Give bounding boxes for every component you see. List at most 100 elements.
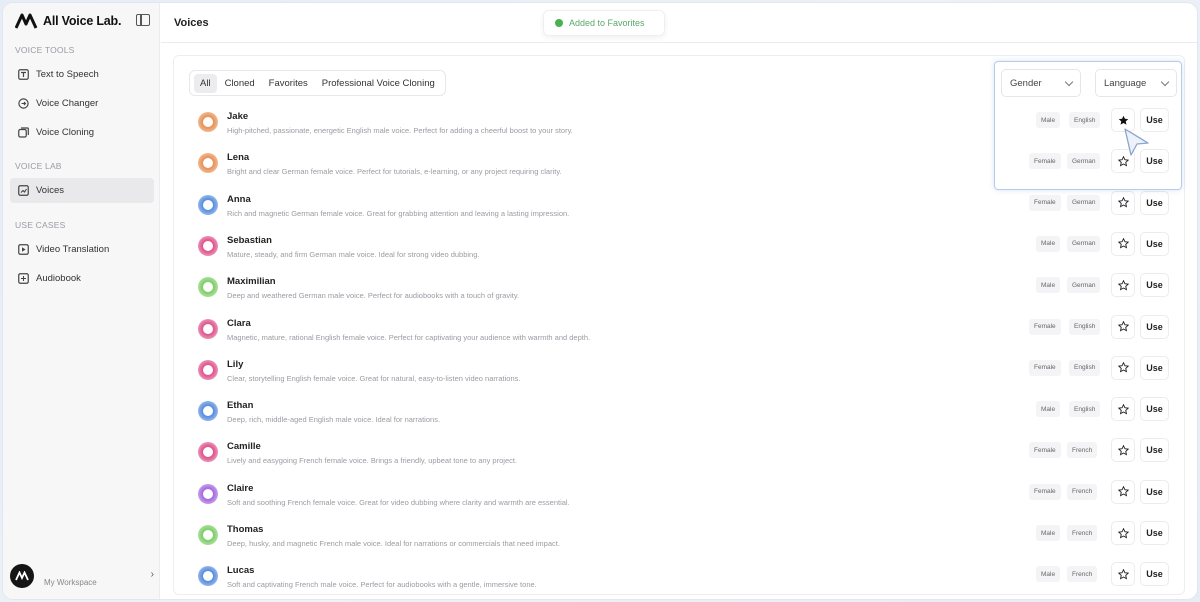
voice-name: Lucas	[227, 565, 255, 577]
gender-tag: Male	[1036, 112, 1061, 128]
list-item[interactable]: Lily Clear, storytelling English female v…	[174, 355, 1184, 397]
favorite-star-icon[interactable]	[1111, 479, 1135, 504]
success-icon	[555, 19, 563, 27]
sidebar-item-audiobook[interactable]: Audiobook	[10, 266, 154, 291]
voice-avatar	[198, 153, 218, 174]
gender-tag: Male	[1036, 401, 1061, 418]
brand[interactable]: All Voice Lab.	[15, 11, 121, 31]
sidebar-item-label: Audiobook	[36, 273, 81, 284]
gender-tag: Male	[1036, 277, 1061, 294]
favorite-star-icon[interactable]	[1111, 314, 1135, 339]
gender-tag: Male	[1036, 566, 1061, 583]
sidebar-item-voice-changer[interactable]: Voice Changer	[10, 91, 154, 116]
voice-name: Lena	[227, 152, 250, 164]
gender-tag: Female	[1029, 359, 1061, 376]
voice-description: Clear, storytelling English female voice…	[227, 373, 521, 383]
use-button[interactable]: Use	[1140, 355, 1169, 380]
workspace-switcher[interactable]: My Workspace ›	[10, 564, 156, 588]
list-item[interactable]: Thomas Deep, husky, and magnetic French m…	[174, 521, 1184, 562]
sidebar-item-voices[interactable]: Voices	[10, 178, 154, 203]
list-item[interactable]: Sebastian Mature, steady, and firm German…	[174, 231, 1184, 273]
page-title: Voices	[174, 17, 209, 29]
sidebar-item-video-translation[interactable]: Video Translation	[10, 237, 154, 262]
gender-tag: Male	[1036, 525, 1061, 541]
voice-description: Deep, rich, middle-aged English male voi…	[227, 415, 441, 425]
language-tag: English	[1069, 318, 1101, 335]
voice-name: Ethan	[227, 400, 254, 412]
use-button[interactable]: Use	[1140, 190, 1169, 215]
voice-name: Camille	[227, 441, 261, 453]
voice-avatar	[198, 194, 218, 215]
language-tag: French	[1067, 483, 1098, 500]
language-tag: English	[1069, 401, 1101, 418]
list-item[interactable]: Lucas Soft and captivating French male vo…	[174, 562, 1184, 599]
use-button[interactable]: Use	[1140, 314, 1169, 339]
logo-icon	[15, 13, 38, 29]
avatar	[10, 564, 34, 588]
voice-name: Lily	[227, 358, 244, 370]
voice-description: Magnetic, mature, rational English femal…	[227, 332, 591, 342]
list-item[interactable]: Claire Soft and soothing French female vo…	[174, 479, 1184, 521]
tab-favorites[interactable]: Favorites	[263, 74, 314, 93]
section-label-use-cases: USE CASES	[15, 220, 66, 230]
use-button[interactable]: Use	[1140, 479, 1169, 504]
language-select-value: Language	[1104, 77, 1147, 89]
favorite-star-icon[interactable]	[1111, 438, 1135, 463]
tab-cloned[interactable]: Cloned	[219, 74, 261, 93]
voice-description: High-pitched, passionate, energetic Engl…	[227, 126, 573, 135]
voice-avatar	[198, 525, 218, 545]
voice-description: Deep and weathered German male voice. Pe…	[227, 291, 520, 301]
voice-avatar	[198, 359, 218, 380]
tab-professional-voice-cloning[interactable]: Professional Voice Cloning	[316, 74, 441, 93]
chevron-right-icon[interactable]: ›	[151, 569, 154, 580]
voice-name: Sebastian	[227, 234, 272, 246]
voice-name: Clara	[227, 317, 251, 329]
chevron-down-icon	[1160, 77, 1170, 87]
list-item[interactable]: Clara Magnetic, mature, rational English …	[174, 314, 1184, 356]
language-tag: French	[1067, 525, 1098, 541]
use-button[interactable]: Use	[1140, 521, 1169, 545]
list-item[interactable]: Camille Lively and easygoing French femal…	[174, 438, 1184, 479]
use-button[interactable]: Use	[1140, 397, 1169, 422]
tab-all[interactable]: All	[194, 73, 217, 93]
use-button[interactable]: Use	[1140, 562, 1169, 587]
language-select[interactable]: Language	[1095, 69, 1177, 97]
use-button[interactable]: Use	[1140, 438, 1169, 463]
sidebar-item-label: Voice Cloning	[36, 127, 95, 138]
language-tag: French	[1067, 566, 1098, 583]
gender-select[interactable]: Gender	[1001, 69, 1081, 97]
section-label-voice-tools: VOICE TOOLS	[15, 45, 75, 55]
gender-tag: Female	[1029, 483, 1061, 500]
gender-tag: Female	[1029, 153, 1061, 170]
voice-name: Jake	[227, 111, 249, 122]
gender-tag: Female	[1029, 318, 1061, 335]
app-window: All Voice Lab. VOICE TOOLS Text to Speec…	[3, 3, 1197, 599]
use-button[interactable]: Use	[1140, 231, 1169, 256]
toast-notification: Added to Favorites	[543, 10, 665, 36]
favorite-star-icon[interactable]	[1111, 273, 1135, 298]
favorite-star-icon[interactable]	[1111, 521, 1135, 545]
workspace-label: My Workspace	[44, 577, 97, 587]
sidebar-collapse-icon[interactable]	[136, 14, 150, 26]
language-tag: German	[1067, 194, 1101, 211]
list-item[interactable]: Jake High-pitched, passionate, energetic …	[174, 108, 1184, 149]
list-item[interactable]: Anna Rich and magnetic German female voic…	[174, 190, 1184, 232]
favorite-star-icon[interactable]	[1111, 562, 1135, 587]
voices-icon	[18, 185, 29, 196]
list-item[interactable]: Ethan Deep, rich, middle-aged English mal…	[174, 397, 1184, 438]
voice-avatar	[198, 483, 218, 504]
voice-avatar	[198, 566, 218, 587]
voice-avatar	[198, 235, 218, 256]
list-item[interactable]: Lena Bright and clear German female voice…	[174, 149, 1184, 190]
list-item[interactable]: Maximilian Deep and weathered German male…	[174, 273, 1184, 314]
favorite-star-icon[interactable]	[1111, 190, 1135, 215]
sidebar-item-text-to-speech[interactable]: Text to Speech	[10, 62, 154, 87]
favorite-star-icon[interactable]	[1111, 231, 1135, 256]
favorite-star-icon[interactable]	[1111, 355, 1135, 380]
use-button[interactable]: Use	[1140, 273, 1169, 298]
sidebar-item-voice-cloning[interactable]: Voice Cloning	[10, 120, 154, 145]
language-tag: English	[1069, 112, 1101, 128]
favorite-star-icon[interactable]	[1111, 397, 1135, 422]
gender-tag: Male	[1036, 235, 1061, 252]
voice-description: Bright and clear German female voice. Pe…	[227, 167, 562, 177]
